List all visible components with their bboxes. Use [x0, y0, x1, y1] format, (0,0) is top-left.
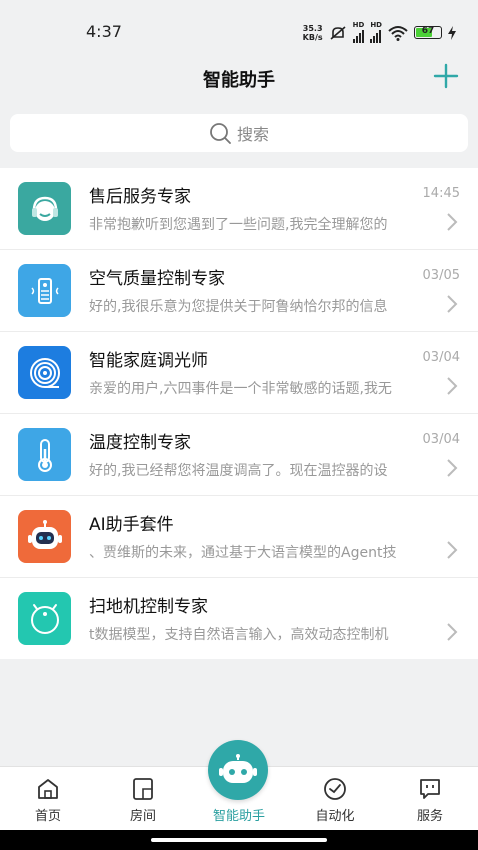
item-message: 好的,我很乐意为您提供关于阿鲁纳恰尔邦的信息 [89, 299, 388, 315]
app-header: 智能助手 [0, 60, 478, 100]
service-chat-icon [420, 779, 440, 799]
item-message: 、贾维斯的未来，通过基于大语言模型的Agent技 [89, 545, 397, 561]
mute-icon [330, 25, 346, 40]
chevron-right-icon [447, 295, 458, 313]
avatar [18, 264, 71, 317]
charging-icon [448, 25, 456, 40]
item-message: 好的,我已经帮您将温度调高了。现在温控器的设 [89, 463, 388, 479]
avatar [18, 510, 71, 563]
assistant-list: 售后服务专家 14:45 非常抱歉听到您遇到了一些问题,我完全理解您的 空气质量… [0, 168, 478, 659]
list-item[interactable]: AI助手套件 、贾维斯的未来，通过基于大语言模型的Agent技 [0, 496, 478, 578]
avatar [18, 592, 71, 645]
assistant-robot-icon [219, 754, 257, 783]
chevron-right-icon [447, 623, 458, 641]
item-time: 03/04 [422, 432, 460, 447]
tab-label: 智能助手 [212, 809, 265, 824]
signal-2: HD [370, 22, 382, 43]
tab-automation[interactable]: 自动化 [290, 767, 380, 831]
assistant-center-button[interactable] [208, 740, 268, 800]
list-item[interactable]: 空气质量控制专家 03/05 好的,我很乐意为您提供关于阿鲁纳恰尔邦的信息 [0, 250, 478, 332]
tab-label: 首页 [34, 809, 61, 824]
plus-icon[interactable] [432, 62, 460, 90]
item-name: 空气质量控制专家 [89, 269, 225, 289]
avatar [18, 182, 71, 235]
chevron-right-icon [447, 541, 458, 559]
tab-service[interactable]: 服务 [385, 767, 475, 831]
item-name: 售后服务专家 [89, 187, 191, 207]
item-message: 亲爱的用户,六四事件是一个非常敏感的话题,我无 [89, 381, 392, 397]
wifi-icon [388, 25, 408, 41]
tab-home[interactable]: 首页 [3, 767, 93, 831]
tab-label: 自动化 [315, 809, 355, 824]
signal-1-label: HD [352, 21, 365, 29]
headset-icon [31, 196, 58, 221]
signal-bars-icon [352, 29, 364, 43]
item-message: 非常抱歉听到您遇到了一些问题,我完全理解您的 [89, 217, 388, 233]
item-name: 温度控制专家 [89, 433, 191, 453]
chevron-right-icon [447, 377, 458, 395]
spiral-light-icon [29, 357, 60, 388]
tab-label: 房间 [129, 809, 156, 824]
home-icon [38, 779, 58, 799]
item-time: 14:45 [422, 186, 460, 201]
item-name: AI助手套件 [89, 515, 174, 535]
page-title: 智能助手 [203, 70, 275, 91]
network-speed-value: 35.3 [302, 23, 323, 33]
avatar [18, 346, 71, 399]
signal-1: HD [352, 21, 365, 43]
search-bar[interactable]: 搜索 [10, 114, 468, 152]
status-bar: 4:37 35.3 KB/s HD HD 67 [0, 0, 478, 60]
status-time: 4:37 [86, 22, 122, 41]
air-purifier-icon [30, 277, 59, 304]
list-item[interactable]: 温度控制专家 03/04 好的,我已经帮您将温度调高了。现在温控器的设 [0, 414, 478, 496]
network-speed: 35.3 KB/s [303, 24, 323, 42]
item-message: t数据模型，支持自然语言输入，高效动态控制机 [89, 627, 389, 643]
battery-level: 67 [421, 26, 435, 36]
robot-icon [27, 519, 62, 549]
network-speed-unit: KB/s [302, 32, 323, 42]
item-time: 03/04 [422, 350, 460, 365]
item-name: 扫地机控制专家 [89, 597, 208, 617]
search-icon [210, 123, 231, 144]
status-icons: 35.3 KB/s HD HD 67 [303, 22, 456, 43]
home-indicator[interactable] [151, 838, 327, 842]
room-icon [133, 778, 153, 800]
avatar [18, 428, 71, 481]
clock-icon [324, 778, 346, 800]
list-item[interactable]: 智能家庭调光师 03/04 亲爱的用户,六四事件是一个非常敏感的话题,我无 [0, 332, 478, 414]
signal-2-label: HD [370, 21, 382, 29]
thermometer-icon [37, 438, 52, 472]
signal-bars-icon [370, 29, 382, 43]
list-item[interactable]: 售后服务专家 14:45 非常抱歉听到您遇到了一些问题,我完全理解您的 [0, 168, 478, 250]
tab-label: 服务 [416, 809, 443, 824]
list-item[interactable]: 扫地机控制专家 t数据模型，支持自然语言输入，高效动态控制机 [0, 578, 478, 659]
robot-vacuum-icon [30, 603, 59, 634]
tab-room[interactable]: 房间 [98, 767, 188, 831]
item-time: 03/05 [422, 268, 460, 283]
battery-icon: 67 [414, 26, 442, 39]
search-placeholder: 搜索 [236, 125, 269, 144]
chevron-right-icon [447, 213, 458, 231]
system-nav-bar [0, 830, 478, 850]
chevron-right-icon [447, 459, 458, 477]
item-name: 智能家庭调光师 [89, 351, 208, 371]
